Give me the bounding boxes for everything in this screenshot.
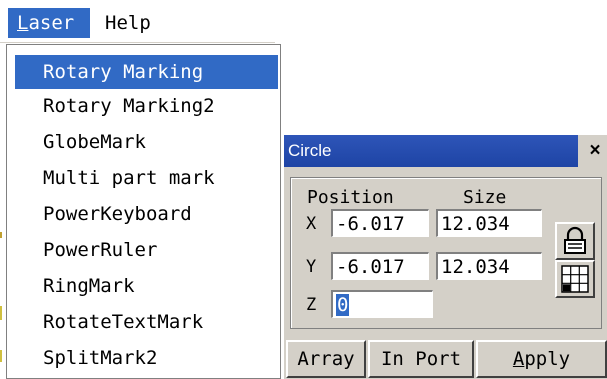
x-position-field[interactable]: -6.017 [331,209,429,237]
axis-label-z: Z [306,295,317,315]
menu-item-rotary-marking[interactable]: Rotary Marking [15,55,278,89]
grid-button[interactable] [555,260,595,298]
axis-label-x: X [306,214,317,234]
import-button[interactable]: In Port [368,340,474,378]
menu-item-powerruler[interactable]: PowerRuler [15,233,278,267]
panel-title: Circle [284,135,578,167]
laser-dropdown-menu: Rotary Marking Rotary Marking2 GlobeMark… [6,44,281,379]
menu-bar: Laser Help [0,0,275,43]
menu-help[interactable]: Help [96,8,176,38]
lock-icon [564,226,586,254]
menu-item-rotary-marking2[interactable]: Rotary Marking2 [15,89,278,123]
axis-label-y: Y [306,257,317,277]
z-field-value: 0 [336,294,350,316]
menu-item-multi-part-mark[interactable]: Multi part mark [15,161,278,195]
menu-laser-label: aser [28,12,75,34]
menu-item-ringmark[interactable]: RingMark [15,269,278,303]
menu-item-globemark[interactable]: GlobeMark [15,125,278,159]
apply-label: pply [524,348,571,370]
menu-item-rotatetextmark[interactable]: RotateTextMark [15,305,278,339]
y-position-field[interactable]: -6.017 [331,252,429,280]
menu-item-splitmark2[interactable]: SplitMark2 [15,341,278,375]
menu-laser[interactable]: Laser [8,8,90,38]
apply-mnemonic: A [512,348,525,370]
grid-icon [561,265,589,293]
array-button[interactable]: Array [286,340,366,378]
z-field[interactable]: 0 [331,290,433,318]
lock-button[interactable] [555,222,595,260]
edge-artifact [0,232,2,238]
edge-artifact [0,306,2,320]
menu-laser-mnemonic: L [17,12,29,34]
panel-title-area: Circle × [284,135,607,167]
close-icon[interactable]: × [586,140,604,162]
menu-item-powerkeyboard[interactable]: PowerKeyboard [15,197,278,231]
edge-artifact [0,350,2,362]
header-position: Position [307,187,394,208]
x-size-field[interactable]: 12.034 [436,209,542,237]
y-size-field[interactable]: 12.034 [436,252,542,280]
header-size: Size [463,187,507,208]
apply-button[interactable]: Apply [476,340,607,378]
